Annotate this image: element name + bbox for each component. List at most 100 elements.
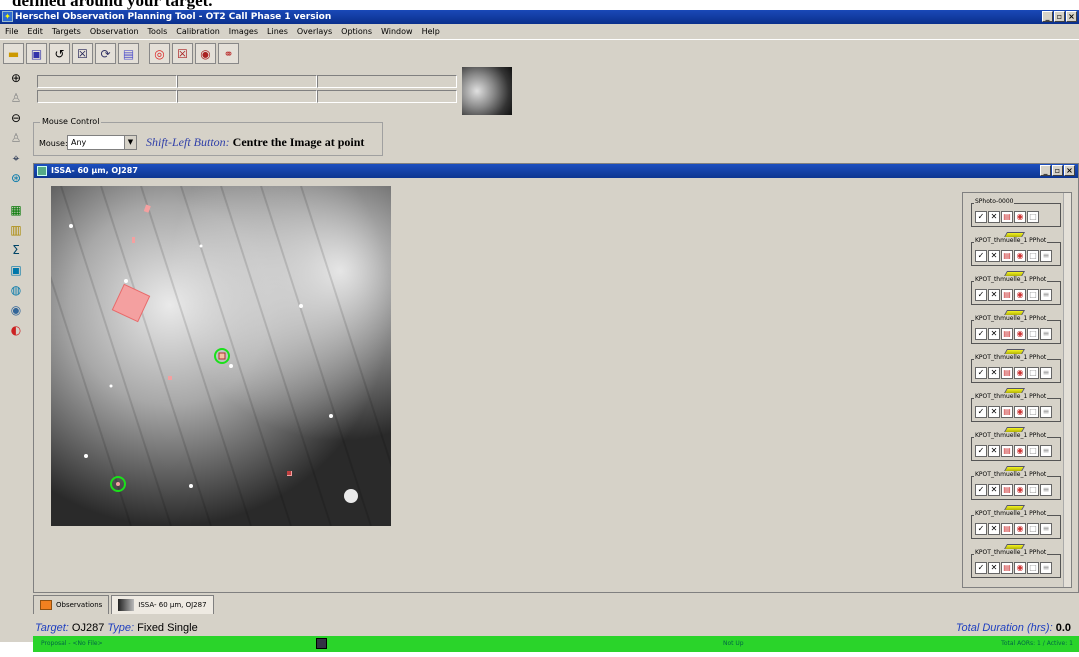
list-icon[interactable]: ≡ <box>1040 367 1052 379</box>
list-icon[interactable]: ≡ <box>1040 406 1052 418</box>
calendar-icon[interactable]: ▤ <box>1001 211 1013 223</box>
observation-group[interactable]: KPOT_thmuelle_1 PPhot ✓ ✕ ▤ ◉ □ ≡ <box>971 432 1061 461</box>
frame-icon[interactable]: □ <box>1027 445 1039 457</box>
target-icon[interactable]: ◉ <box>1014 406 1026 418</box>
remove-icon[interactable]: ✕ <box>988 562 1000 574</box>
grid-icon[interactable]: ▦ <box>6 201 26 219</box>
menu-window[interactable]: Window <box>381 27 413 36</box>
remove-icon[interactable]: ✕ <box>988 445 1000 457</box>
sky-icon[interactable]: ◍ <box>6 281 26 299</box>
remove-icon[interactable]: ✕ <box>988 406 1000 418</box>
minimize-button[interactable]: _ <box>1042 11 1053 22</box>
image-minimize-button[interactable]: _ <box>1040 165 1051 176</box>
checkbox-icon[interactable]: ✓ <box>975 250 987 262</box>
person-icon[interactable]: ♙ <box>6 89 26 107</box>
calendar-icon[interactable]: ▤ <box>1001 250 1013 262</box>
observation-group[interactable]: KPOT_thmuelle_1 PPhot ✓ ✕ ▤ ◉ □ ≡ <box>971 276 1061 305</box>
remove-icon[interactable]: ✕ <box>988 211 1000 223</box>
checkbox-icon[interactable]: ✓ <box>975 211 987 223</box>
zoom-in-icon[interactable]: ⊕ <box>6 69 26 87</box>
target-icon[interactable]: ◉ <box>1014 523 1026 535</box>
undo-icon[interactable]: ↺ <box>49 43 70 64</box>
menu-options[interactable]: Options <box>341 27 372 36</box>
list-icon[interactable]: ≡ <box>1040 289 1052 301</box>
observation-group[interactable]: KPOT_thmuelle_1 PPhot ✓ ✕ ▤ ◉ □ ≡ <box>971 471 1061 500</box>
list-icon[interactable]: ≡ <box>1040 250 1052 262</box>
menu-calibration[interactable]: Calibration <box>176 27 220 36</box>
menu-targets[interactable]: Targets <box>52 27 81 36</box>
image-thumbnail[interactable] <box>462 67 512 115</box>
target-icon[interactable]: ◎ <box>149 43 170 64</box>
frame-icon[interactable]: □ <box>1027 484 1039 496</box>
image-window-titlebar[interactable]: ISSA- 60 µm, OJ287 _ ▫ × <box>34 164 1078 178</box>
maximize-button[interactable]: ▫ <box>1054 11 1065 22</box>
close-button[interactable]: × <box>1066 11 1077 22</box>
save-disk-icon[interactable] <box>316 638 327 649</box>
target-icon[interactable]: ◉ <box>1014 328 1026 340</box>
image-maximize-button[interactable]: ▫ <box>1052 165 1063 176</box>
target-icon[interactable]: ◉ <box>1014 367 1026 379</box>
observation-group[interactable]: KPOT_thmuelle_1 PPhot ✓ ✕ ▤ ◉ □ ≡ <box>971 549 1061 578</box>
compass-icon[interactable]: ⊛ <box>6 169 26 187</box>
checkbox-icon[interactable]: ✓ <box>975 484 987 496</box>
menu-lines[interactable]: Lines <box>267 27 288 36</box>
calendar-icon[interactable]: ▤ <box>1001 328 1013 340</box>
frame-icon[interactable]: □ <box>1027 211 1039 223</box>
frame-icon[interactable]: □ <box>1027 328 1039 340</box>
tab-observations[interactable]: Observations <box>33 595 110 614</box>
menu-observation[interactable]: Observation <box>90 27 139 36</box>
remove-icon[interactable]: ✕ <box>988 289 1000 301</box>
observation-group[interactable]: SPhoto-0000 ✓ ✕ ▤ ◉ □ <box>971 198 1061 227</box>
calendar-icon[interactable]: ▤ <box>1001 406 1013 418</box>
remove-icon[interactable]: ✕ <box>988 523 1000 535</box>
image-close-button[interactable]: × <box>1064 165 1075 176</box>
target-icon[interactable]: ◉ <box>1014 484 1026 496</box>
save-icon[interactable]: ▣ <box>26 43 47 64</box>
menu-help[interactable]: Help <box>422 27 440 36</box>
link-icon[interactable]: ⚭ <box>218 43 239 64</box>
zoom-out-icon[interactable]: ⊖ <box>6 109 26 127</box>
delete-observation-icon[interactable]: ☒ <box>72 43 93 64</box>
target-icon[interactable]: ◉ <box>1014 562 1026 574</box>
observation-group[interactable]: KPOT_thmuelle_1 PPhot ✓ ✕ ▤ ◉ □ ≡ <box>971 237 1061 266</box>
calendar-icon[interactable]: ▤ <box>1001 562 1013 574</box>
person-grey-icon[interactable]: ♙ <box>6 129 26 147</box>
checkbox-icon[interactable]: ✓ <box>975 523 987 535</box>
observation-group[interactable]: KPOT_thmuelle_1 PPhot ✓ ✕ ▤ ◉ □ ≡ <box>971 510 1061 539</box>
checkbox-icon[interactable]: ✓ <box>975 445 987 457</box>
cross-target-icon[interactable]: ☒ <box>172 43 193 64</box>
remove-icon[interactable]: ✕ <box>988 328 1000 340</box>
earth-icon[interactable]: ◉ <box>6 301 26 319</box>
calendar-icon[interactable]: ▤ <box>1001 484 1013 496</box>
menu-file[interactable]: File <box>5 27 18 36</box>
globe-icon[interactable]: ◉ <box>195 43 216 64</box>
remove-icon[interactable]: ✕ <box>988 367 1000 379</box>
list-icon[interactable]: ≡ <box>1040 328 1052 340</box>
crosshair-icon[interactable]: ⌖ <box>6 149 26 167</box>
catalog-icon[interactable]: ▣ <box>6 261 26 279</box>
target-icon[interactable]: ◉ <box>1014 289 1026 301</box>
checkbox-icon[interactable]: ✓ <box>975 406 987 418</box>
observation-group[interactable]: KPOT_thmuelle_1 PPhot ✓ ✕ ▤ ◉ □ ≡ <box>971 315 1061 344</box>
target-icon[interactable]: ◉ <box>1014 250 1026 262</box>
frame-icon[interactable]: □ <box>1027 562 1039 574</box>
sigma-icon[interactable]: Σ <box>6 241 26 259</box>
frame-icon[interactable]: □ <box>1027 367 1039 379</box>
target-icon[interactable]: ◉ <box>1014 445 1026 457</box>
open-folder-icon[interactable]: ▬ <box>3 43 24 64</box>
checkbox-icon[interactable]: ✓ <box>975 289 987 301</box>
list-icon[interactable]: ≡ <box>1040 562 1052 574</box>
list-icon[interactable]: ≡ <box>1040 484 1052 496</box>
frame-icon[interactable]: □ <box>1027 406 1039 418</box>
histogram-icon[interactable]: ▥ <box>6 221 26 239</box>
chevron-down-icon[interactable]: ▼ <box>124 136 136 149</box>
list-icon[interactable]: ≡ <box>1040 523 1052 535</box>
checkbox-icon[interactable]: ✓ <box>975 367 987 379</box>
calendar-icon[interactable]: ▤ <box>1001 445 1013 457</box>
calendar-icon[interactable]: ▤ <box>1001 523 1013 535</box>
menu-overlays[interactable]: Overlays <box>297 27 332 36</box>
menu-edit[interactable]: Edit <box>27 27 43 36</box>
remove-icon[interactable]: ✕ <box>988 484 1000 496</box>
menu-tools[interactable]: Tools <box>148 27 168 36</box>
clipboard-icon[interactable]: ▤ <box>118 43 139 64</box>
